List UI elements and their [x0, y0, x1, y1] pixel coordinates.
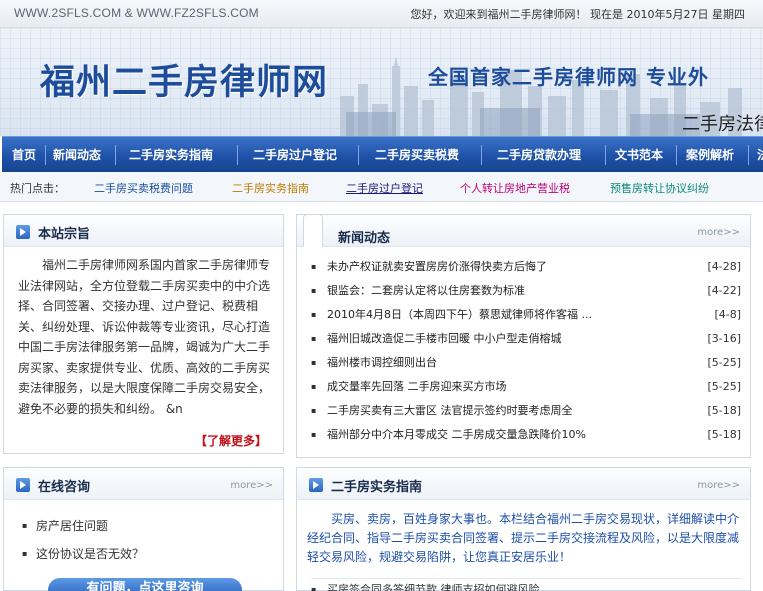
news-title-link[interactable]: 福州旧城改造促二手楼市回暖 中小户型走俏榕城 [327, 327, 562, 351]
nav-item-templates[interactable]: 文书范本 [615, 137, 663, 172]
list-item: 福州旧城改造促二手楼市回暖 中小户型走俏榕城 [3-16] [311, 327, 741, 351]
nav-item-law[interactable]: 法 [757, 137, 763, 172]
guide-panel-title: 二手房实务指南 [331, 480, 423, 495]
list-item: 福州楼市调控细则出台 [5-25] [311, 351, 741, 375]
news-title-link[interactable]: 银监会：二套房认定将以住房套数为标准 [327, 279, 525, 303]
news-date: [4-28] [707, 260, 741, 273]
nav-item-news[interactable]: 新闻动态 [53, 137, 101, 172]
list-item: 未办产权证就卖安置房房价涨得快卖方后悔了 [4-28] [311, 255, 741, 279]
nav-item-tax[interactable]: 二手房买卖税费 [375, 137, 459, 172]
consult-panel-title: 在线咨询 [38, 480, 91, 495]
nav-item-home[interactable]: 首页 [12, 137, 36, 172]
nav-separator [115, 145, 116, 165]
news-tab[interactable]: 新闻动态 [303, 214, 390, 247]
news-title-link[interactable]: 福州楼市调控细则出台 [327, 351, 437, 375]
news-title-link[interactable]: 福州部分中介本月零成交 二手房成交量急跌降价10% [327, 423, 586, 447]
about-panel: 本站宗旨 福州二手房律师网系国内首家二手房律师专业法律网站，全方位登载二手房买卖… [3, 214, 284, 454]
guide-intro-text: 买房、卖房，百姓身家大事也。本栏结合福州二手房交易现状，详细解读中介经纪合同、指… [307, 512, 740, 564]
nav-item-loan[interactable]: 二手房贷款办理 [497, 137, 581, 172]
nav-separator [748, 145, 749, 165]
nav-item-guide[interactable]: 二手房实务指南 [129, 137, 213, 172]
news-date: [3-16] [707, 332, 741, 345]
nav-item-transfer[interactable]: 二手房过户登记 [253, 137, 337, 172]
list-item: 二手房买卖有三大雷区 法官提示签约时要考虑周全 [5-18] [311, 399, 741, 423]
hot-links-label: 热门点击： [10, 182, 65, 195]
arrow-icon [16, 225, 30, 239]
news-list: 未办产权证就卖安置房房价涨得快卖方后悔了 [4-28] 银监会：二套房认定将以住房… [311, 255, 741, 447]
about-text: 福州二手房律师网系国内首家二手房律师专业法律网站，全方位登载二手房买卖中的中介选… [18, 258, 271, 416]
guide-panel-header: 二手房实务指南 more>> [297, 468, 750, 500]
nav-separator [45, 145, 46, 165]
list-item: 2010年4月8日（本周四下午）蔡思斌律师将作客福 ... [4-8] [311, 303, 741, 327]
guide-more-link[interactable]: more>> [697, 480, 740, 491]
nav-separator [605, 145, 606, 165]
hot-link-guide[interactable]: 二手房实务指南 [232, 180, 309, 196]
learn-more-link[interactable]: 【了解更多】 [195, 432, 267, 449]
list-item: 福州部分中介本月零成交 二手房成交量急跌降价10% [5-18] [311, 423, 741, 447]
consult-item[interactable]: 这份协议是否无效？ [22, 540, 144, 568]
consult-list: 房产居住问题 这份协议是否无效？ [22, 512, 144, 568]
consult-item[interactable]: 房产居住问题 [22, 512, 144, 540]
consult-more-link[interactable]: more>> [230, 480, 273, 491]
nav-separator [358, 145, 359, 165]
site-logo[interactable]: 福州二手房律师网 [40, 54, 328, 105]
about-panel-header: 本站宗旨 [4, 215, 283, 247]
consult-panel-header: 在线咨询 more>> [4, 468, 283, 500]
news-date: [5-18] [707, 428, 741, 441]
banner-slogan: 全国首家二手房律师网 专业外 [428, 65, 709, 89]
news-date: [5-25] [707, 356, 741, 369]
news-date: [5-25] [707, 380, 741, 393]
list-item: 银监会：二套房认定将以住房套数为标准 [4-22] [311, 279, 741, 303]
arrow-icon [16, 478, 30, 492]
news-date: [4-8] [714, 308, 741, 321]
news-title-link[interactable]: 二手房买卖有三大雷区 法官提示签约时要考虑周全 [327, 399, 573, 423]
main-nav: 首页 新闻动态 二手房实务指南 二手房过户登记 二手房买卖税费 二手房贷款办理 … [2, 136, 763, 172]
nav-separator [676, 145, 677, 165]
hot-link-transfer[interactable]: 二手房过户登记 [346, 180, 423, 196]
top-bar: WWW.2SFLS.COM & WWW.FZ2SFLS.COM 您好，欢迎来到福… [0, 0, 763, 28]
news-more-link[interactable]: more>> [697, 227, 740, 238]
site-domains: WWW.2SFLS.COM & WWW.FZ2SFLS.COM [14, 6, 259, 20]
hot-link-tax[interactable]: 二手房买卖税费问题 [94, 180, 193, 196]
nav-separator [481, 145, 482, 165]
news-panel: 新闻动态 more>> 未办产权证就卖安置房房价涨得快卖方后悔了 [4-28] 银… [296, 214, 751, 458]
guide-item[interactable]: 买房签合同多答细节款 律师支招如何避风险 [311, 579, 741, 591]
nav-item-cases[interactable]: 案例解析 [686, 137, 734, 172]
news-title-link[interactable]: 成交量率先回落 二手房迎来买方市场 [327, 375, 507, 399]
hot-link-presale[interactable]: 预售房转让协议纠纷 [610, 180, 709, 196]
nav-separator [237, 145, 238, 165]
arrow-icon [309, 478, 323, 492]
welcome-date-text: 您好，欢迎来到福州二手房律师网！ 现在是 2010年5月27日 星期四 [410, 8, 745, 21]
news-date: [4-22] [707, 284, 741, 297]
banner-subtitle: 二手房法律 [682, 114, 763, 135]
ask-question-button[interactable]: 有问题，点这里咨询 [48, 578, 242, 591]
guide-panel: 二手房实务指南 more>> 买房、卖房，百姓身家大事也。本栏结合福州二手房交易… [296, 467, 751, 591]
news-date: [5-18] [707, 404, 741, 417]
news-panel-header: 新闻动态 more>> [297, 214, 750, 247]
hot-link-business-tax[interactable]: 个人转让房地产营业税 [460, 180, 570, 196]
list-item: 成交量率先回落 二手房迎来买方市场 [5-25] [311, 375, 741, 399]
site-banner: 福州二手房律师网 全国首家二手房律师网 专业外 二手房法律 [0, 28, 763, 136]
news-panel-title: 新闻动态 [338, 231, 391, 246]
guide-list: 买房签合同多答细节款 律师支招如何避风险 [311, 578, 741, 591]
news-title-link[interactable]: 未办产权证就卖安置房房价涨得快卖方后悔了 [327, 255, 547, 279]
news-title-link[interactable]: 2010年4月8日（本周四下午）蔡思斌律师将作客福 ... [327, 303, 592, 327]
consult-panel: 在线咨询 more>> 房产居住问题 这份协议是否无效？ 有问题，点这里咨询 [3, 467, 284, 591]
hot-links-bar: 热门点击： 二手房买卖税费问题 二手房实务指南 二手房过户登记 个人转让房地产营… [0, 172, 763, 202]
about-panel-title: 本站宗旨 [38, 227, 91, 242]
